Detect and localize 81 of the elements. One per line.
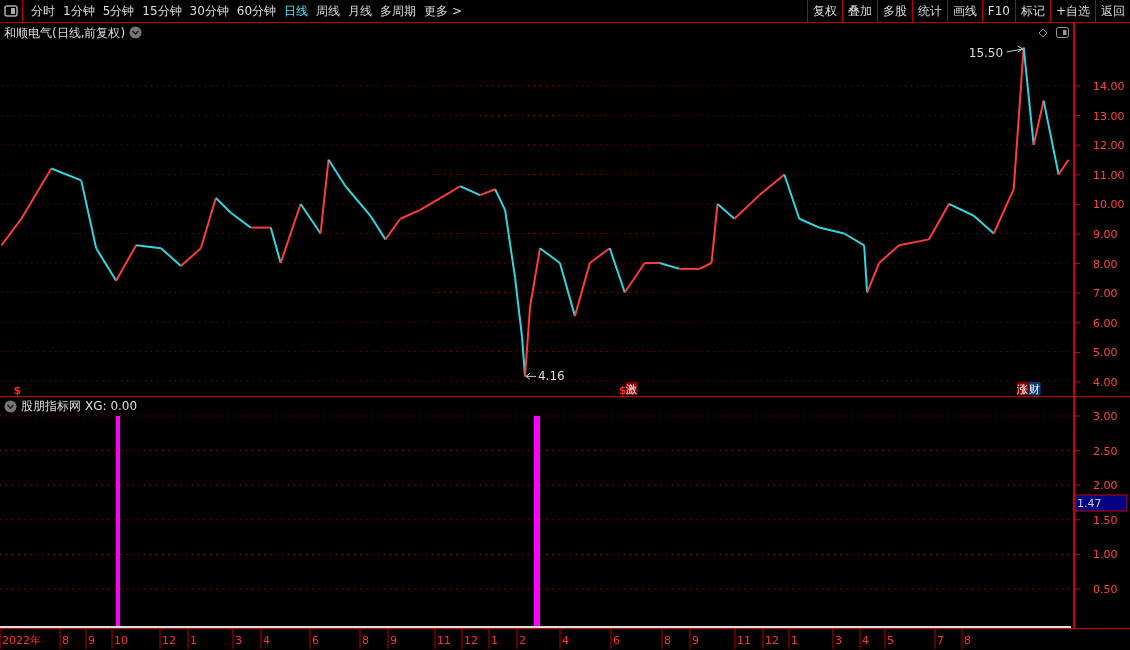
stock-title: 和顺电气(日线,前复权): [4, 24, 126, 42]
toolbar-button[interactable]: 返回: [1095, 0, 1130, 22]
axis-tick-label: 11.00: [1093, 168, 1125, 182]
period-tab[interactable]: 日线: [280, 0, 313, 22]
toolbar-button[interactable]: 多股: [876, 0, 912, 22]
date-label: 3: [835, 634, 842, 647]
period-tab[interactable]: 周线: [312, 0, 345, 22]
date-label: 6: [613, 634, 620, 647]
axis-tick-label: 1.00: [1093, 548, 1118, 562]
cursor-value-label: 1.47: [1075, 494, 1128, 512]
low-arrow: [525, 372, 537, 380]
date-label: 9: [390, 634, 397, 647]
axis-tick-label: 7.00: [1093, 287, 1118, 301]
toolbar-button[interactable]: 叠加: [841, 0, 877, 22]
high-price-label: 15.50: [968, 45, 1004, 60]
indicator-reading: XG: 0.00: [85, 398, 138, 415]
date-label: 8: [362, 634, 369, 647]
signal-marker: $: [13, 384, 22, 396]
toolbar-button[interactable]: 画线: [946, 0, 982, 22]
date-label: 12: [765, 634, 779, 647]
period-tab[interactable]: 5分钟: [98, 0, 139, 22]
date-label: 8: [964, 634, 971, 647]
signal-badge: 激: [625, 382, 638, 396]
diamond-icon[interactable]: [1038, 27, 1048, 38]
date-label: 10: [114, 634, 128, 647]
date-label: 4: [263, 634, 270, 647]
date-label: 7: [937, 634, 944, 647]
axis-tick-label: 2.00: [1093, 479, 1118, 493]
axis-tick-label: 3.00: [1093, 410, 1118, 423]
high-arrow: [1006, 45, 1024, 53]
axis-tick-label: 6.00: [1093, 316, 1118, 330]
toolbar-button[interactable]: 复权: [806, 0, 842, 22]
period-tab[interactable]: 多周期: [376, 0, 421, 22]
date-label: 2: [519, 634, 526, 647]
period-tab[interactable]: 60分钟: [232, 0, 281, 22]
low-price-label: 4.16: [538, 369, 565, 384]
indicator-title: 股朋指标网: [21, 398, 81, 415]
date-label: 11: [737, 634, 751, 647]
axis-tick-label: 12.00: [1093, 139, 1125, 153]
panel-toggle-icon[interactable]: [1056, 27, 1069, 39]
axis-tick-label: 13.00: [1093, 109, 1125, 123]
panel-toggle-icon[interactable]: [4, 5, 18, 17]
date-label: 11: [437, 634, 451, 647]
date-label: 3: [235, 634, 242, 647]
period-tab[interactable]: 30分钟: [185, 0, 233, 22]
date-label: 4: [562, 634, 569, 647]
axis-tick-label: 8.00: [1093, 257, 1118, 271]
date-label: 1: [491, 634, 498, 647]
period-tab[interactable]: 15分钟: [138, 0, 186, 22]
chevron-down-icon[interactable]: [129, 26, 143, 40]
date-label: 12: [162, 634, 176, 647]
toolbar-button[interactable]: F10: [981, 0, 1015, 22]
date-label: 1: [190, 634, 197, 647]
chevron-down-icon[interactable]: [4, 399, 17, 413]
toolbar-button[interactable]: 标记: [1014, 0, 1050, 22]
signal-badge: 涨: [1016, 382, 1029, 396]
axis-tick-label: 4.00: [1093, 376, 1118, 389]
toolbar-button[interactable]: +自选: [1049, 0, 1095, 22]
date-label: 8: [62, 634, 69, 647]
toolbar-button[interactable]: 统计: [911, 0, 947, 22]
axis-tick-label: 14.00: [1093, 80, 1125, 93]
axis-tick-label: 0.50: [1093, 583, 1118, 596]
period-tab[interactable]: 月线: [344, 0, 377, 22]
period-tab[interactable]: 更多 >: [420, 0, 466, 22]
axis-tick-label: 9.00: [1093, 228, 1118, 241]
date-label: 12: [464, 634, 478, 647]
date-label: 8: [664, 634, 671, 647]
date-label: 4: [862, 634, 869, 647]
date-label: 5: [887, 634, 894, 647]
axis-tick-label: 2.50: [1093, 444, 1118, 458]
axis-tick-label: 1.50: [1093, 513, 1118, 527]
signal-marker: $: [618, 384, 627, 396]
period-tab[interactable]: 分时: [27, 0, 59, 22]
date-label: 9: [88, 634, 95, 647]
period-tab[interactable]: 1分钟: [59, 0, 99, 22]
axis-tick-label: 10.00: [1093, 198, 1125, 212]
date-label: 6: [312, 634, 319, 647]
date-label: 2022年: [2, 634, 41, 647]
date-label: 9: [692, 634, 699, 647]
date-label: 1: [791, 634, 798, 647]
axis-tick-label: 5.00: [1093, 346, 1118, 360]
